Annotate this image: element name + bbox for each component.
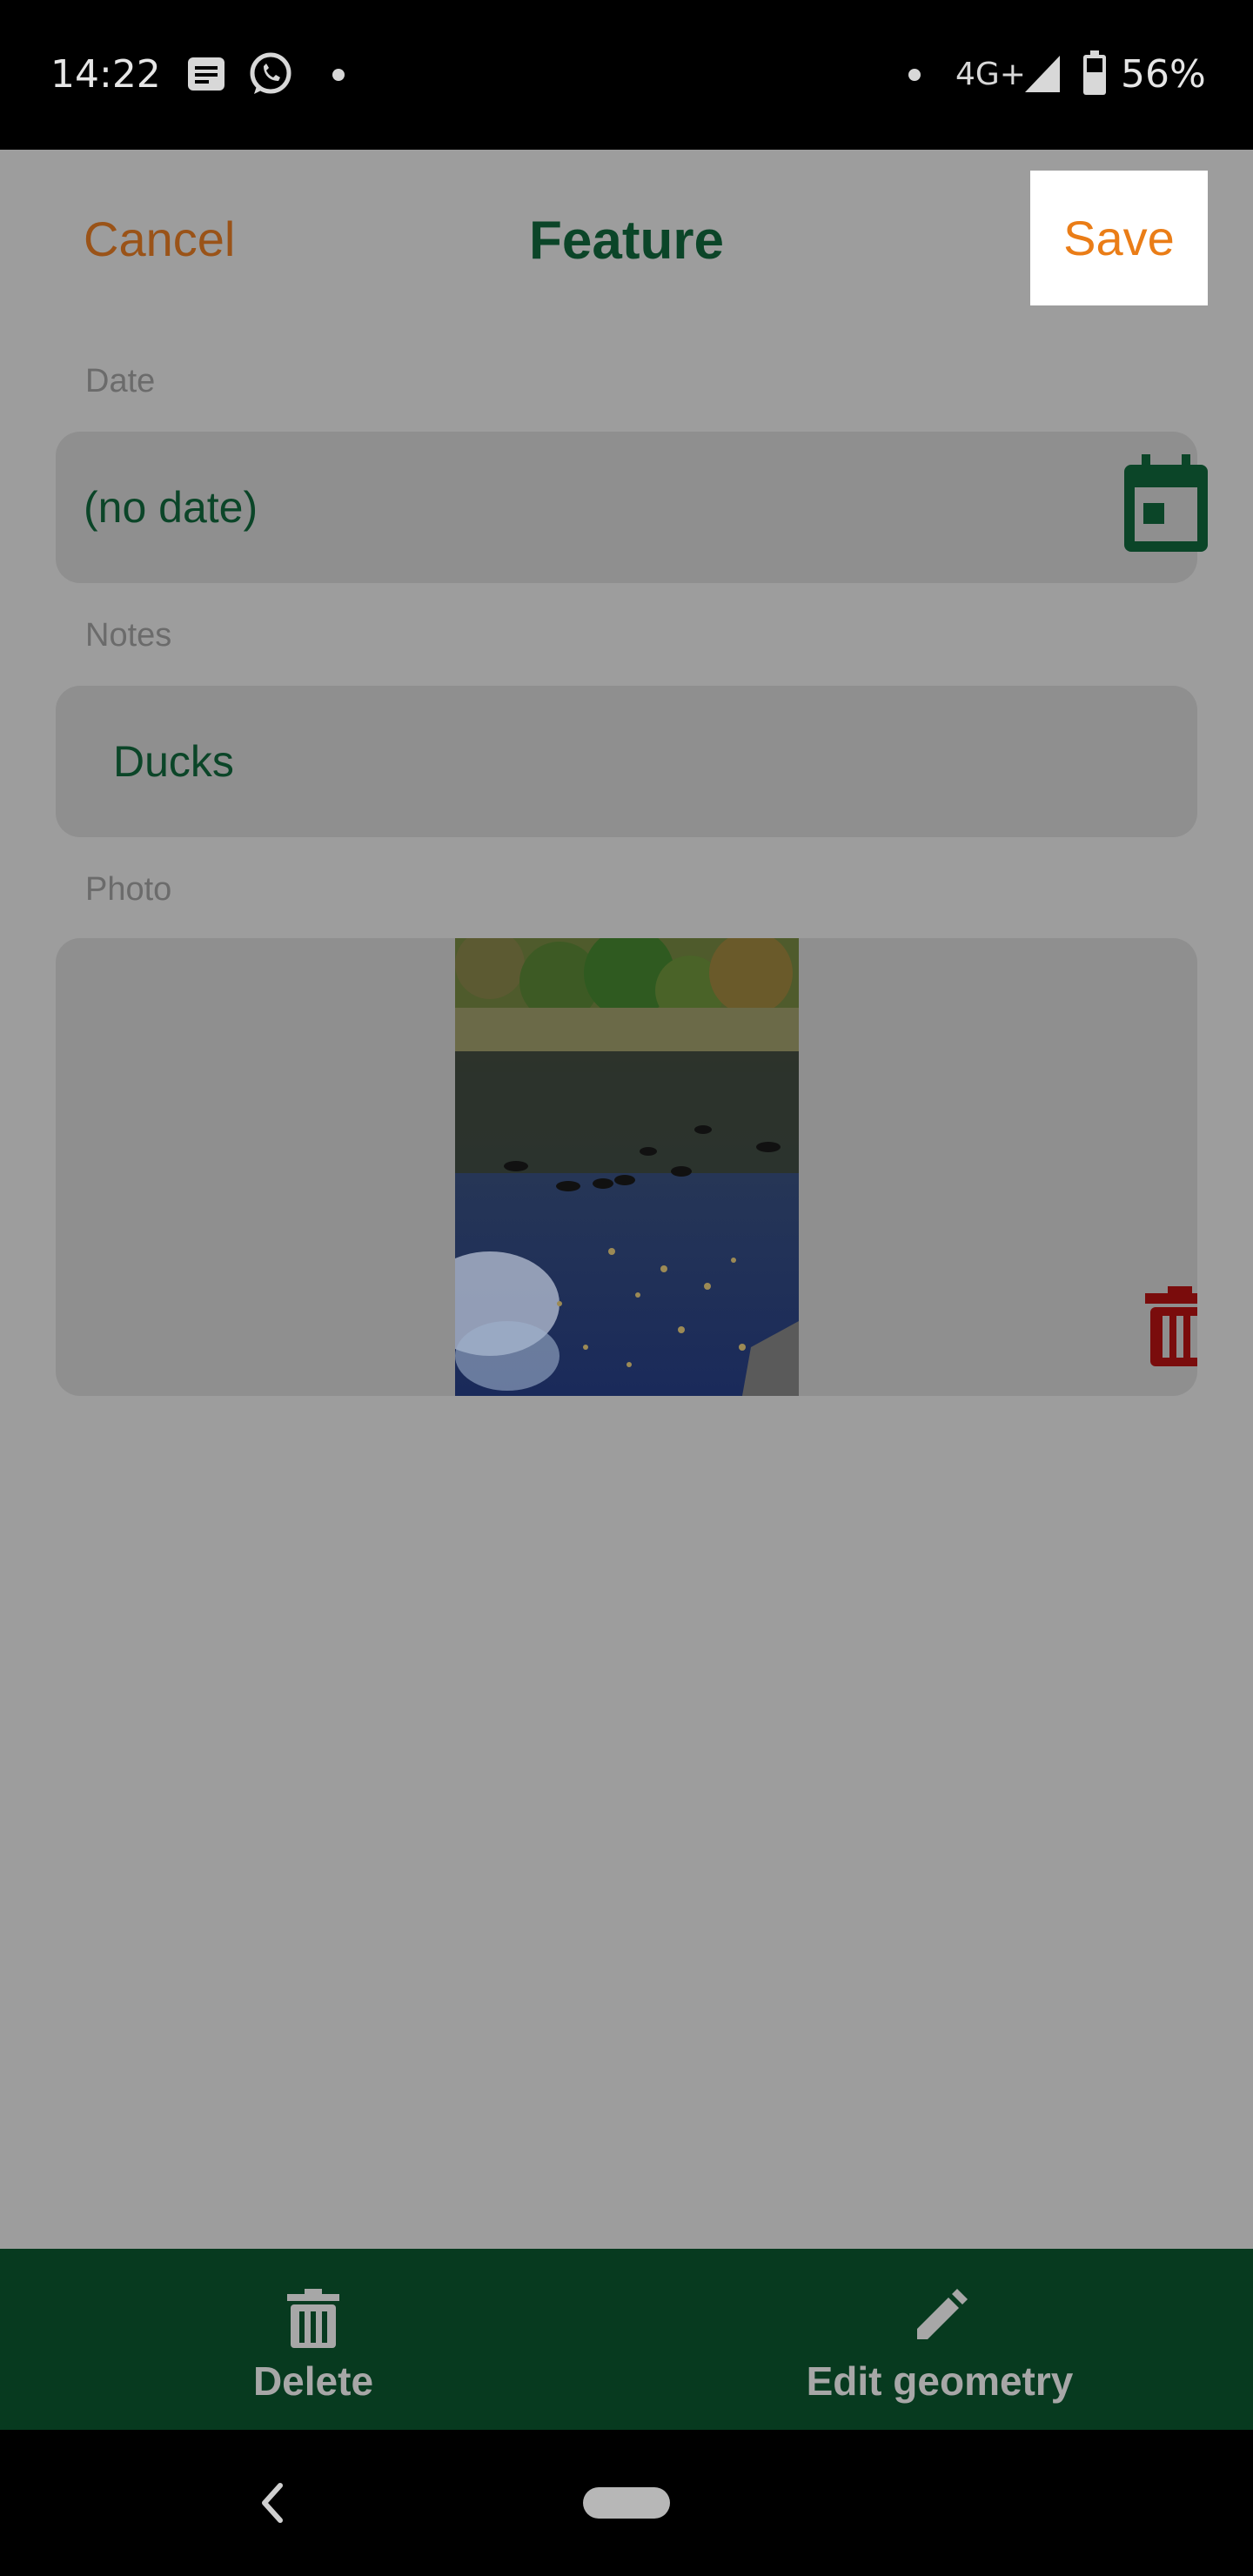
trash-icon[interactable] (1145, 1286, 1197, 1366)
battery-icon (1083, 50, 1106, 95)
notes-value: Ducks (113, 737, 234, 786)
status-dot-icon (908, 69, 921, 81)
delete-label: Delete (252, 2358, 374, 2404)
network-type: 4G+ (955, 57, 1026, 92)
delete-button[interactable]: Delete (0, 2249, 626, 2430)
delete-icon (287, 2289, 339, 2348)
status-bar: 14:22 4G+ 56% (0, 0, 1253, 150)
notes-label: Notes (85, 617, 172, 654)
battery-percentage: 56% (1121, 52, 1206, 97)
date-value: (no date) (84, 483, 258, 532)
news-icon (188, 57, 224, 91)
whatsapp-icon (250, 52, 291, 94)
date-field[interactable]: (no date) (56, 432, 1208, 583)
edit-geometry-button[interactable]: Edit geometry (626, 2249, 1253, 2430)
system-nav-bar (0, 2430, 1253, 2576)
date-label: Date (85, 363, 156, 399)
status-time: 14:22 (50, 52, 161, 97)
calendar-icon[interactable] (1121, 454, 1211, 555)
notification-dot-icon (332, 69, 345, 81)
pencil-icon (917, 2289, 968, 2339)
back-icon[interactable] (254, 2477, 289, 2529)
app-header: Cancel Feature Save (0, 150, 1253, 332)
signal-icon (1025, 56, 1060, 92)
save-button[interactable]: Save (1030, 171, 1208, 305)
notes-field[interactable]: Ducks (56, 686, 1197, 837)
edit-geometry-label: Edit geometry (806, 2358, 1074, 2404)
photo-label: Photo (85, 871, 172, 908)
photo-field (56, 938, 1197, 1396)
action-bar: Delete Edit geometry (0, 2249, 1253, 2430)
photo-thumbnail[interactable] (455, 938, 799, 1396)
home-pill[interactable] (583, 2487, 670, 2519)
